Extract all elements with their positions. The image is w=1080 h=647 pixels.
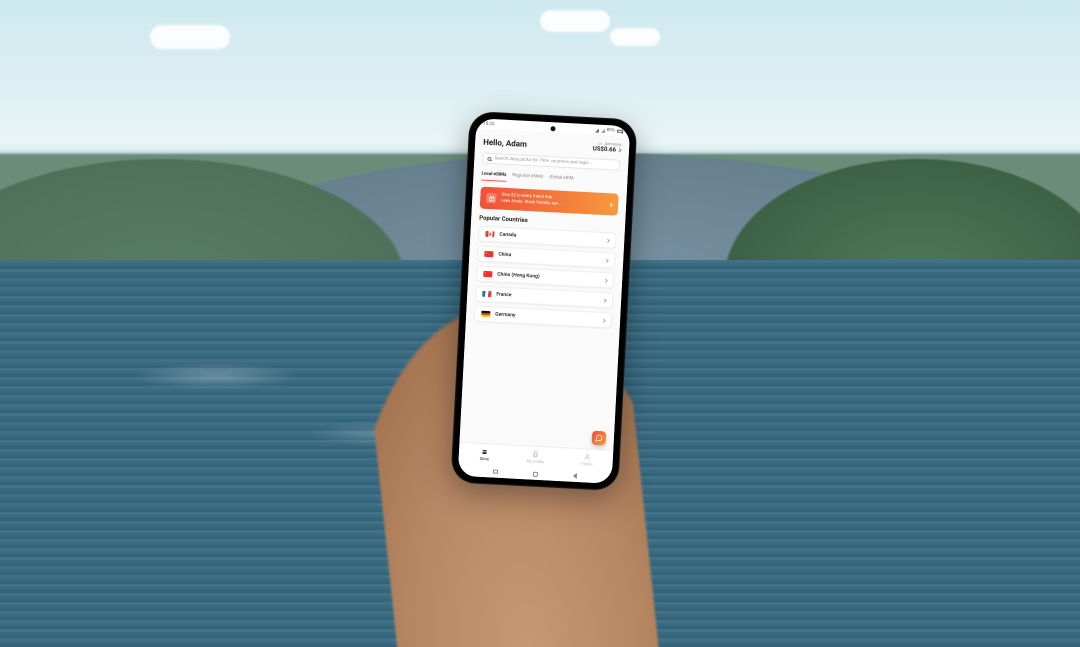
phone-screen: 10:32 89% Hello, Adam ▭ Airmoney: [458, 118, 631, 484]
country-name: Canada: [499, 232, 601, 243]
battery-pct: 89%: [607, 128, 616, 133]
airmoney-balance[interactable]: ▭ Airmoney US$0.66: [593, 140, 622, 153]
nav-profile[interactable]: Profile: [561, 448, 613, 472]
recent-apps-button[interactable]: [493, 470, 498, 474]
battery-icon: [617, 130, 623, 133]
greeting-text: Hello, Adam: [483, 138, 527, 149]
chat-fab[interactable]: [592, 431, 607, 446]
app-body: Hello, Adam ▭ Airmoney US$0.66: [460, 128, 630, 450]
store-icon: [481, 448, 488, 455]
flag-icon-china: [484, 251, 493, 257]
flag-icon-canada: [485, 231, 494, 237]
chevron-right-icon: [601, 318, 605, 322]
signal-icon: [595, 128, 599, 132]
country-name: Germany: [495, 311, 597, 322]
phone-device-frame: 10:32 89% Hello, Adam ▭ Airmoney: [450, 111, 637, 491]
nav-store[interactable]: Store: [458, 443, 510, 467]
tab-local-esims[interactable]: Local eSIMs: [481, 169, 506, 182]
background-photo: 10:32 89% Hello, Adam ▭ Airmoney: [0, 0, 1080, 647]
chevron-right-icon: [604, 278, 608, 282]
popular-countries-list: Canada China China (Hong Kong): [466, 225, 625, 329]
country-name: France: [496, 291, 598, 302]
wifi-icon: [601, 128, 605, 132]
country-name: China (Hong Kong): [497, 272, 599, 283]
nav-profile-label: Profile: [581, 461, 593, 467]
country-name: China: [498, 252, 600, 263]
referral-promo-banner[interactable]: Give $3 to every friend that uses Airalo…: [480, 187, 619, 216]
search-icon: [487, 156, 491, 160]
gift-icon: [486, 193, 497, 204]
airmoney-value: US$0.66: [593, 145, 617, 153]
status-time: 10:32: [483, 122, 494, 128]
back-button[interactable]: [573, 473, 577, 479]
country-row-china-hk[interactable]: China (Hong Kong): [476, 265, 615, 288]
flag-icon-china-hk: [483, 271, 492, 277]
nav-store-label: Store: [480, 456, 490, 461]
tab-global-esim[interactable]: Global eSIM: [549, 172, 574, 185]
flag-icon-france: [482, 291, 491, 297]
chevron-right-icon: [609, 202, 613, 206]
search-placeholder: Search data packs for 190+ countries and…: [494, 156, 592, 166]
home-button[interactable]: [533, 471, 538, 476]
nav-my-esims[interactable]: My eSIMs: [510, 445, 562, 469]
profile-icon: [584, 453, 591, 460]
sim-icon: [532, 451, 539, 458]
chevron-right-icon: [606, 238, 610, 242]
chevron-right-icon: [605, 258, 609, 262]
country-row-china[interactable]: China: [477, 245, 616, 268]
tab-regional-esims[interactable]: Regional eSIMs: [512, 170, 544, 184]
flag-icon-germany: [481, 311, 490, 317]
nav-my-esims-label: My eSIMs: [527, 458, 545, 464]
chat-icon: [595, 434, 603, 442]
country-row-france[interactable]: France: [475, 285, 614, 308]
chevron-right-icon: [617, 148, 621, 152]
chevron-right-icon: [603, 298, 607, 302]
country-row-germany[interactable]: Germany: [474, 305, 613, 328]
